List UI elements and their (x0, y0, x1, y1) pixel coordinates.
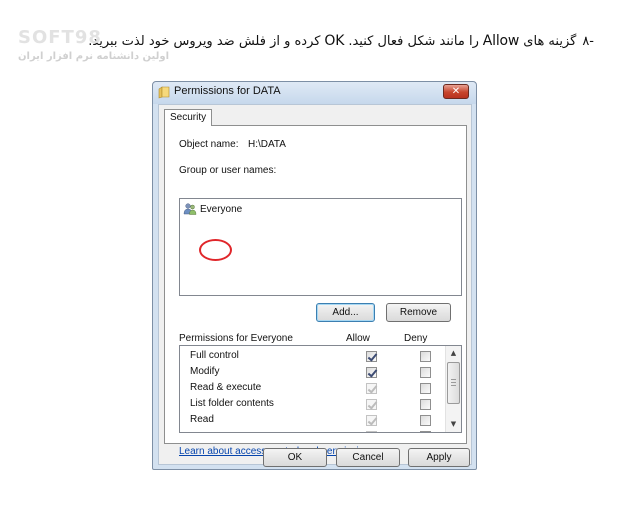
user-listbox[interactable]: Everyone (179, 198, 462, 296)
list-item[interactable]: Everyone (183, 202, 242, 216)
permission-name: Read (190, 414, 214, 425)
read-execute-allow-checkbox[interactable] (366, 383, 377, 394)
security-tab-panel: Object name: H:\DATA Group or user names… (164, 125, 467, 457)
scroll-down-icon[interactable]: ▼ (446, 417, 461, 432)
permission-row-read: Read (180, 413, 445, 429)
modify-allow-checkbox[interactable] (366, 367, 377, 378)
partial-allow-checkbox[interactable] (366, 431, 377, 432)
full-control-deny-checkbox[interactable] (420, 351, 431, 362)
instruction-caption: -۸ گزینه های Allow را مانند شکل فعال کنید… (88, 33, 594, 49)
permission-name: Read & execute (190, 382, 262, 393)
permission-row-modify: Modify (180, 365, 445, 381)
permission-row-full-control: Full control (180, 349, 445, 365)
window-title: Permissions for DATA (174, 85, 281, 97)
title-bar[interactable]: Permissions for DATA ✕ (153, 82, 476, 104)
partial-deny-checkbox[interactable] (420, 431, 431, 432)
caption-text-1: گزینه های (519, 34, 577, 49)
permission-name: Full control (190, 350, 239, 361)
read-allow-checkbox[interactable] (366, 415, 377, 426)
dialog-client-area: Security Object name: H:\DATA Group or u… (158, 104, 472, 467)
tab-security[interactable]: Security (164, 109, 213, 126)
permissions-list[interactable]: Full control Modify Read & execute List … (179, 345, 462, 433)
deny-column-header: Deny (404, 333, 428, 344)
permission-row-list-folder: List folder contents (180, 397, 445, 413)
object-name-label: Object name: (179, 139, 239, 150)
list-folder-deny-checkbox[interactable] (420, 399, 431, 410)
ok-button[interactable]: OK (263, 448, 327, 467)
cancel-button[interactable]: Cancel (336, 448, 400, 467)
read-execute-deny-checkbox[interactable] (420, 383, 431, 394)
permission-name: Modify (190, 366, 220, 377)
caption-ok-word: OK (324, 33, 345, 49)
permission-name: List folder contents (190, 398, 274, 409)
permissions-scrollbar[interactable]: ▲ ▼ (445, 346, 461, 432)
full-control-allow-checkbox[interactable] (366, 351, 377, 362)
remove-button[interactable]: Remove (386, 303, 451, 322)
permission-row-read-execute: Read & execute (180, 381, 445, 397)
users-icon (183, 203, 197, 215)
grip-icon (451, 379, 456, 386)
scroll-thumb[interactable] (447, 362, 460, 404)
scroll-up-icon[interactable]: ▲ (446, 346, 461, 361)
add-button[interactable]: Add... (316, 303, 375, 322)
caption-text-3: کرده و از فلش ضد ویروس خود لذت ببرید. (88, 34, 325, 49)
allow-column-header: Allow (346, 333, 370, 344)
caption-text-2: را مانند شکل فعال کنید. (344, 34, 483, 49)
list-folder-allow-checkbox[interactable] (366, 399, 377, 410)
apply-button[interactable]: Apply (408, 448, 470, 467)
modify-deny-checkbox[interactable] (420, 367, 431, 378)
object-name-value: H:\DATA (248, 139, 286, 150)
caption-allow-word: Allow (482, 33, 520, 49)
permission-row-partial (180, 429, 445, 432)
user-name: Everyone (200, 203, 243, 215)
close-button[interactable]: ✕ (443, 84, 469, 99)
permissions-header: Permissions for Everyone (179, 333, 293, 344)
permissions-dialog: Permissions for DATA ✕ Security Object n… (152, 81, 477, 470)
step-number: -۸ (582, 34, 594, 49)
group-label: Group or user names: (179, 165, 277, 176)
read-deny-checkbox[interactable] (420, 415, 431, 426)
folder-icon (158, 86, 170, 99)
watermark-subtitle: اولین دانشنامه نرم افزار ایران (18, 51, 170, 62)
